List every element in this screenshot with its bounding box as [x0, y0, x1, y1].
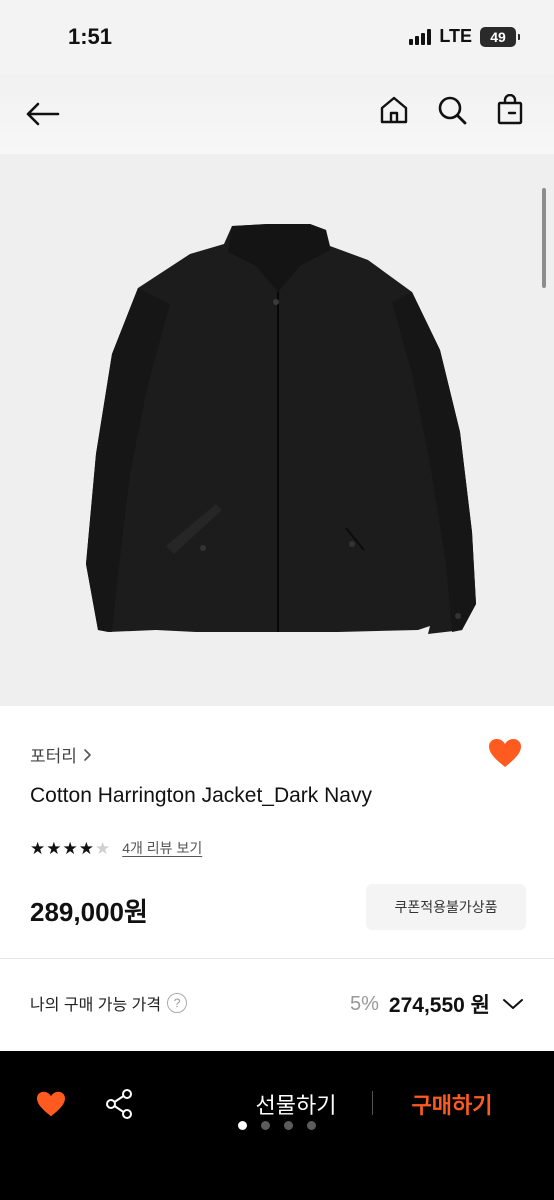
brand-name: 포터리 [30, 747, 77, 766]
image-scroll-indicator [542, 188, 546, 288]
page-dot [284, 1121, 293, 1130]
like-button[interactable] [486, 734, 524, 772]
page-dot [261, 1121, 270, 1130]
network-type: LTE [439, 26, 472, 46]
star-rating: ★ ★ ★ ★ ★ [30, 840, 110, 857]
my-price-label: 나의 구매 가능 가격 [30, 997, 162, 1014]
page-dots [238, 1121, 316, 1130]
buy-button[interactable]: 구매하기 [392, 1083, 512, 1125]
star-filled-icon: ★ [30, 838, 46, 858]
arrow-left-icon [26, 102, 60, 126]
status-time: 1:51 [68, 24, 113, 49]
my-price-values: 5% 274,550 원 [350, 989, 526, 1019]
battery-icon: 49 [480, 26, 520, 47]
expand-button[interactable] [500, 991, 526, 1017]
gift-button[interactable]: 선물하기 [234, 1083, 358, 1125]
bottom-separator [372, 1091, 373, 1115]
share-button[interactable] [98, 1083, 140, 1125]
cart-button[interactable] [490, 90, 530, 130]
nav-bar [0, 74, 554, 154]
page-dot [238, 1121, 247, 1130]
status-bar: 1:51 LTE 49 [0, 0, 554, 74]
coupon-badge: 쿠폰적용불가상품 [366, 884, 526, 930]
share-icon [106, 1089, 132, 1119]
chevron-right-icon [84, 748, 91, 761]
nav-actions [374, 90, 530, 130]
star-empty-icon: ★ [95, 838, 111, 858]
signal-icon [409, 28, 432, 45]
heart-icon [37, 1091, 65, 1117]
discount-rate: 5% [350, 992, 379, 1015]
back-button[interactable] [20, 92, 64, 136]
discounted-price: 274,550 원 [388, 994, 490, 1017]
star-filled-icon: ★ [62, 838, 78, 858]
my-price-label-group: 나의 구매 가능 가격 ? [30, 991, 188, 1015]
rating-row: ★ ★ ★ ★ ★ 4개 리뷰 보기 [30, 838, 202, 858]
search-icon [438, 96, 467, 125]
star-filled-icon: ★ [78, 838, 94, 858]
star-filled-icon: ★ [46, 838, 62, 858]
heart-icon [489, 739, 521, 767]
my-price-row[interactable]: 나의 구매 가능 가격 ? 5% 274,550 원 [0, 959, 554, 1051]
jacket-image [86, 224, 476, 634]
product-title: Cotton Harrington Jacket_Dark Navy [30, 784, 372, 807]
brand-link[interactable]: 포터리 [30, 742, 92, 767]
status-indicators: LTE 49 [409, 26, 520, 47]
bottom-like-button[interactable] [30, 1083, 72, 1125]
product-image[interactable] [0, 154, 554, 706]
search-button[interactable] [432, 90, 472, 130]
home-button[interactable] [374, 90, 414, 130]
home-icon [380, 96, 408, 124]
help-icon[interactable]: ? [167, 993, 188, 1013]
page-dot [307, 1121, 316, 1130]
bottom-action-bar: 선물하기 구매하기 [0, 1051, 554, 1200]
shopping-bag-icon [497, 94, 523, 125]
review-link[interactable]: 4개 리뷰 보기 [122, 838, 202, 858]
product-price: 289,000원 [30, 897, 148, 927]
product-info: 포터리 Cotton Harrington Jacket_Dark Navy ★… [0, 706, 554, 958]
chevron-down-icon [503, 999, 523, 1009]
